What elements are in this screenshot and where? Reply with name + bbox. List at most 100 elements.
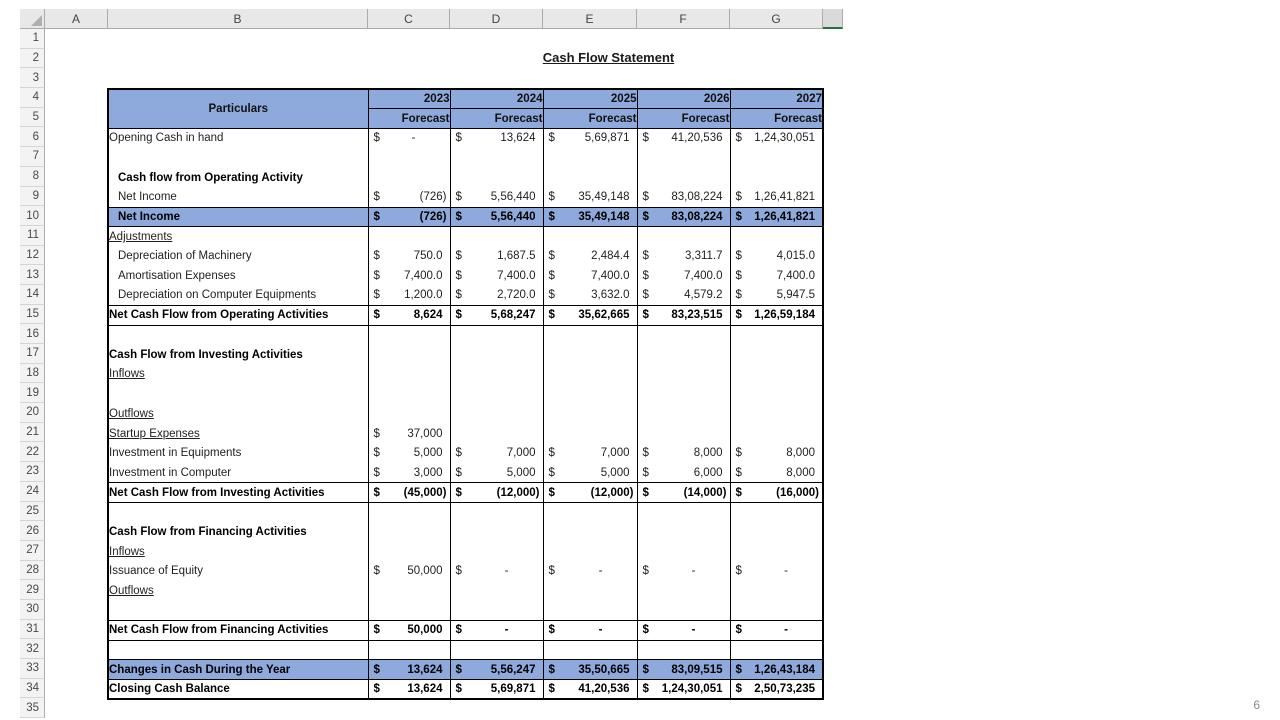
cell-F20[interactable]: [636, 404, 731, 424]
cell-E25[interactable]: [542, 502, 638, 523]
cell-B25[interactable]: [107, 502, 369, 523]
row-header-34[interactable]: 34: [20, 678, 45, 699]
cell-G10[interactable]: $1,26,41,821: [729, 206, 824, 228]
cell-C22[interactable]: $5,000: [367, 443, 451, 464]
cell-E27[interactable]: [542, 541, 638, 562]
cell-C9[interactable]: $ (726): [367, 187, 451, 208]
cell-F22[interactable]: $8,000: [636, 443, 731, 464]
row-header-23[interactable]: 23: [20, 462, 45, 482]
cell-C24[interactable]: $ (45,000): [367, 482, 451, 503]
select-all-corner[interactable]: [20, 9, 45, 29]
cell-B15[interactable]: Net Cash Flow from Operating Activities: [107, 305, 369, 326]
cell-D31[interactable]: $ -: [449, 620, 544, 641]
row-header-24[interactable]: 24: [20, 481, 45, 502]
header-year-2025[interactable]: 2025: [542, 88, 638, 110]
cell-F14[interactable]: $4,579.2: [636, 285, 731, 306]
header-forecast-2026[interactable]: Forecast: [636, 108, 731, 129]
cell-G25[interactable]: [729, 502, 824, 523]
cell-C31[interactable]: $50,000: [367, 620, 451, 641]
column-header-G[interactable]: G: [730, 9, 823, 29]
cell-C12[interactable]: $750.0: [367, 246, 451, 267]
row-header-33[interactable]: 33: [20, 659, 45, 679]
row-header-28[interactable]: 28: [20, 560, 45, 581]
row-header-17[interactable]: 17: [20, 344, 45, 364]
row-header-6[interactable]: 6: [20, 127, 45, 148]
row-header-35[interactable]: 35: [20, 698, 45, 719]
cell-F17[interactable]: [636, 344, 731, 365]
row-header-15[interactable]: 15: [20, 304, 45, 325]
cell-G6[interactable]: $1,24,30,051: [729, 128, 824, 149]
cell-F26[interactable]: [636, 522, 731, 542]
cell-D7[interactable]: [449, 148, 544, 168]
row-header-9[interactable]: 9: [20, 186, 45, 207]
cell-D15[interactable]: $5,68,247: [449, 305, 544, 326]
cell-G34[interactable]: $2,50,73,235: [729, 679, 824, 700]
cell-F12[interactable]: $3,311.7: [636, 246, 731, 267]
cell-B8[interactable]: Cash flow from Operating Activity: [107, 167, 369, 188]
cell-G8[interactable]: [729, 167, 824, 188]
cell-G19[interactable]: [729, 384, 824, 404]
row-header-31[interactable]: 31: [20, 619, 45, 640]
cell-E23[interactable]: $5,000: [542, 463, 638, 483]
row-header-7[interactable]: 7: [20, 147, 45, 167]
cell-E17[interactable]: [542, 344, 638, 365]
cell-C11[interactable]: [367, 226, 451, 247]
cell-G22[interactable]: $8,000: [729, 443, 824, 464]
cell-D11[interactable]: [449, 226, 544, 247]
cell-D30[interactable]: [449, 600, 544, 621]
cell-E31[interactable]: $ -: [542, 620, 638, 641]
header-particulars[interactable]: Particulars: [107, 88, 369, 129]
cell-E21[interactable]: [542, 423, 638, 444]
row-header-18[interactable]: 18: [20, 363, 45, 384]
cell-C18[interactable]: [367, 364, 451, 385]
cell-B31[interactable]: Net Cash Flow from Financing Activities: [107, 620, 369, 641]
cell-C25[interactable]: [367, 502, 451, 523]
cell-E26[interactable]: [542, 522, 638, 542]
row-header-16[interactable]: 16: [20, 324, 45, 344]
header-year-2023[interactable]: 2023: [367, 88, 451, 110]
cell-B24[interactable]: Net Cash Flow from Investing Activities: [107, 482, 369, 503]
cell-G13[interactable]: $7,400.0: [729, 266, 824, 286]
cell-G21[interactable]: [729, 423, 824, 444]
cell-B19[interactable]: [107, 384, 369, 404]
cell-E33[interactable]: $35,50,665: [542, 659, 638, 681]
cell-B21[interactable]: Startup Expenses: [107, 423, 369, 444]
cell-C19[interactable]: [367, 384, 451, 404]
row-header-20[interactable]: 20: [20, 403, 45, 423]
cell-B28[interactable]: Issuance of Equity: [107, 561, 369, 582]
column-header-selected-partial[interactable]: [823, 9, 843, 29]
cell-D19[interactable]: [449, 384, 544, 404]
cell-C21[interactable]: $37,000: [367, 423, 451, 444]
cell-B18[interactable]: Inflows: [107, 364, 369, 385]
cell-B26[interactable]: Cash Flow from Financing Activities: [107, 522, 369, 542]
column-header-E[interactable]: E: [543, 9, 637, 29]
cell-E13[interactable]: $7,400.0: [542, 266, 638, 286]
cell-F31[interactable]: $ -: [636, 620, 731, 641]
cell-E18[interactable]: [542, 364, 638, 385]
cell-C7[interactable]: [367, 148, 451, 168]
cell-C28[interactable]: $50,000: [367, 561, 451, 582]
cell-G11[interactable]: [729, 226, 824, 247]
cell-F8[interactable]: [636, 167, 731, 188]
cell-D17[interactable]: [449, 344, 544, 365]
cell-E30[interactable]: [542, 600, 638, 621]
row-header-26[interactable]: 26: [20, 521, 45, 541]
cell-G27[interactable]: [729, 541, 824, 562]
cell-G17[interactable]: [729, 344, 824, 365]
cell-E12[interactable]: $2,484.4: [542, 246, 638, 267]
cell-B27[interactable]: Inflows: [107, 541, 369, 562]
cell-E11[interactable]: [542, 226, 638, 247]
row-header-32[interactable]: 32: [20, 639, 45, 659]
header-forecast-2023[interactable]: Forecast: [367, 108, 451, 129]
cell-C13[interactable]: $7,400.0: [367, 266, 451, 286]
cell-D14[interactable]: $2,720.0: [449, 285, 544, 306]
cell-E24[interactable]: $ (12,000): [542, 482, 638, 503]
cell-D9[interactable]: $5,56,440: [449, 187, 544, 208]
cell-F34[interactable]: $1,24,30,051: [636, 679, 731, 700]
cell-G18[interactable]: [729, 364, 824, 385]
cell-D21[interactable]: [449, 423, 544, 444]
cell-G31[interactable]: $ -: [729, 620, 824, 641]
cell-F7[interactable]: [636, 148, 731, 168]
cell-B20[interactable]: Outflows: [107, 404, 369, 424]
cell-C6[interactable]: $ -: [367, 128, 451, 149]
